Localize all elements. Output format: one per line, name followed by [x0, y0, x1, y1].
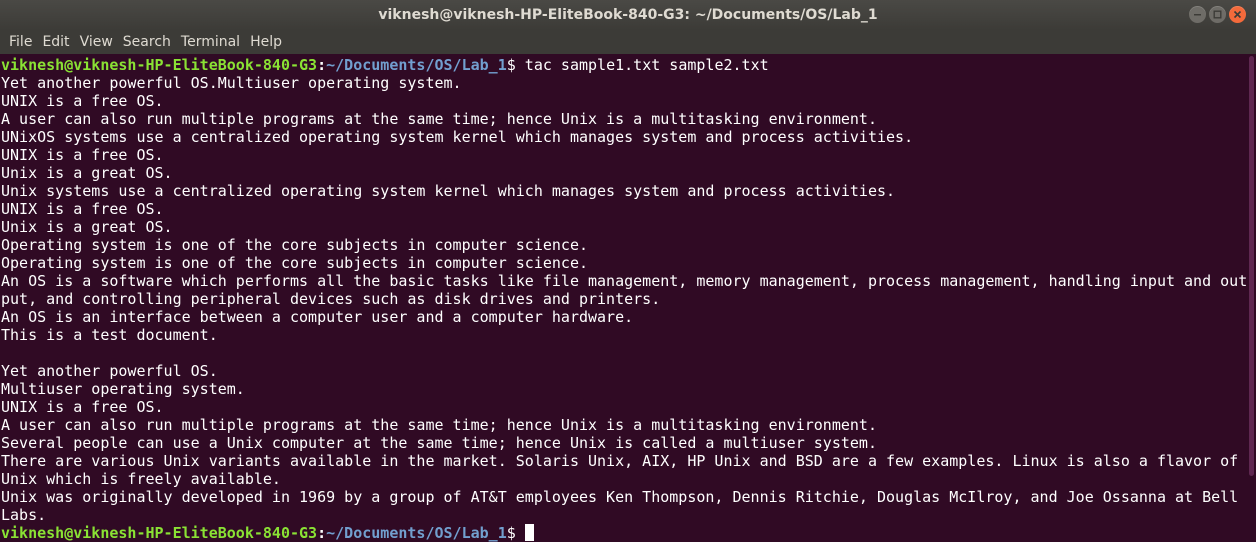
scrollbar-thumb[interactable] — [1249, 56, 1254, 476]
output-line: An OS is a software which performs all t… — [1, 272, 1247, 290]
menu-help[interactable]: Help — [246, 32, 286, 52]
output-line: UNixOS systems use a centralized operati… — [1, 128, 914, 146]
menu-bar: File Edit View Search Terminal Help — [0, 30, 1256, 54]
scrollbar[interactable] — [1246, 56, 1256, 542]
output-line: There are various Unix variants availabl… — [1, 452, 1239, 470]
window-title: viknesh@viknesh-HP-EliteBook-840-G3: ~/D… — [378, 7, 878, 23]
output-line: Yet another powerful OS.Multiuser operat… — [1, 74, 462, 92]
prompt-path: ~/Documents/OS/Lab_1 — [326, 524, 507, 542]
menu-search[interactable]: Search — [119, 32, 175, 52]
prompt-user-host: viknesh@viknesh-HP-EliteBook-840-G3 — [1, 524, 318, 542]
close-icon — [1233, 10, 1242, 19]
output-line: Multiuser operating system. — [1, 380, 245, 398]
maximize-button[interactable] — [1209, 6, 1226, 23]
output-line: Unix systems use a centralized operating… — [1, 182, 896, 200]
output-line: Yet another powerful OS. — [1, 362, 218, 380]
prompt-colon: : — [317, 56, 327, 74]
menu-view[interactable]: View — [76, 32, 117, 52]
maximize-icon — [1213, 10, 1222, 19]
output-line: Unix which is freely available. — [1, 470, 281, 488]
terminal-output[interactable]: viknesh@viknesh-HP-EliteBook-840-G3:~/Do… — [0, 56, 1247, 542]
output-line: UNIX is a free OS. — [1, 398, 164, 416]
prompt-colon: : — [317, 524, 327, 542]
output-line: UNIX is a free OS. — [1, 92, 164, 110]
output-line: Labs. — [1, 506, 47, 524]
minimize-icon — [1194, 14, 1201, 16]
menu-file[interactable]: File — [5, 32, 36, 52]
output-line: Unix is a great OS. — [1, 218, 173, 236]
prompt-user-host: viknesh@viknesh-HP-EliteBook-840-G3 — [1, 56, 318, 74]
prompt-symbol: $ — [506, 524, 525, 542]
output-line: This is a test document. — [1, 326, 218, 344]
text-cursor — [524, 524, 534, 541]
output-line: Operating system is one of the core subj… — [1, 254, 588, 272]
minimize-button[interactable] — [1189, 6, 1206, 23]
command-text: tac sample1.txt sample2.txt — [524, 56, 769, 74]
output-line: UNIX is a free OS. — [1, 146, 164, 164]
command-line: viknesh@viknesh-HP-EliteBook-840-G3:~/Do… — [1, 56, 1247, 74]
prompt-path: ~/Documents/OS/Lab_1 — [326, 56, 507, 74]
window-controls — [1189, 6, 1246, 23]
output-line: Unix was originally developed in 1969 by… — [1, 488, 1239, 506]
close-button[interactable] — [1229, 6, 1246, 23]
output-line: Unix is a great OS. — [1, 164, 173, 182]
output-line: A user can also run multiple programs at… — [1, 110, 877, 128]
terminal-window: viknesh@viknesh-HP-EliteBook-840-G3: ~/D… — [0, 0, 1256, 542]
output-line: A user can also run multiple programs at… — [1, 416, 877, 434]
output-line: Several people can use a Unix computer a… — [1, 434, 877, 452]
title-bar[interactable]: viknesh@viknesh-HP-EliteBook-840-G3: ~/D… — [0, 0, 1256, 30]
output-line: An OS is an interface between a computer… — [1, 308, 634, 326]
output-line: Operating system is one of the core subj… — [1, 236, 588, 254]
menu-edit[interactable]: Edit — [38, 32, 73, 52]
prompt-symbol: $ — [506, 56, 525, 74]
output-line: UNIX is a free OS. — [1, 200, 164, 218]
active-prompt-line[interactable]: viknesh@viknesh-HP-EliteBook-840-G3:~/Do… — [1, 524, 1247, 542]
menu-terminal[interactable]: Terminal — [177, 32, 244, 52]
output-line: put, and controlling peripheral devices … — [1, 290, 661, 308]
